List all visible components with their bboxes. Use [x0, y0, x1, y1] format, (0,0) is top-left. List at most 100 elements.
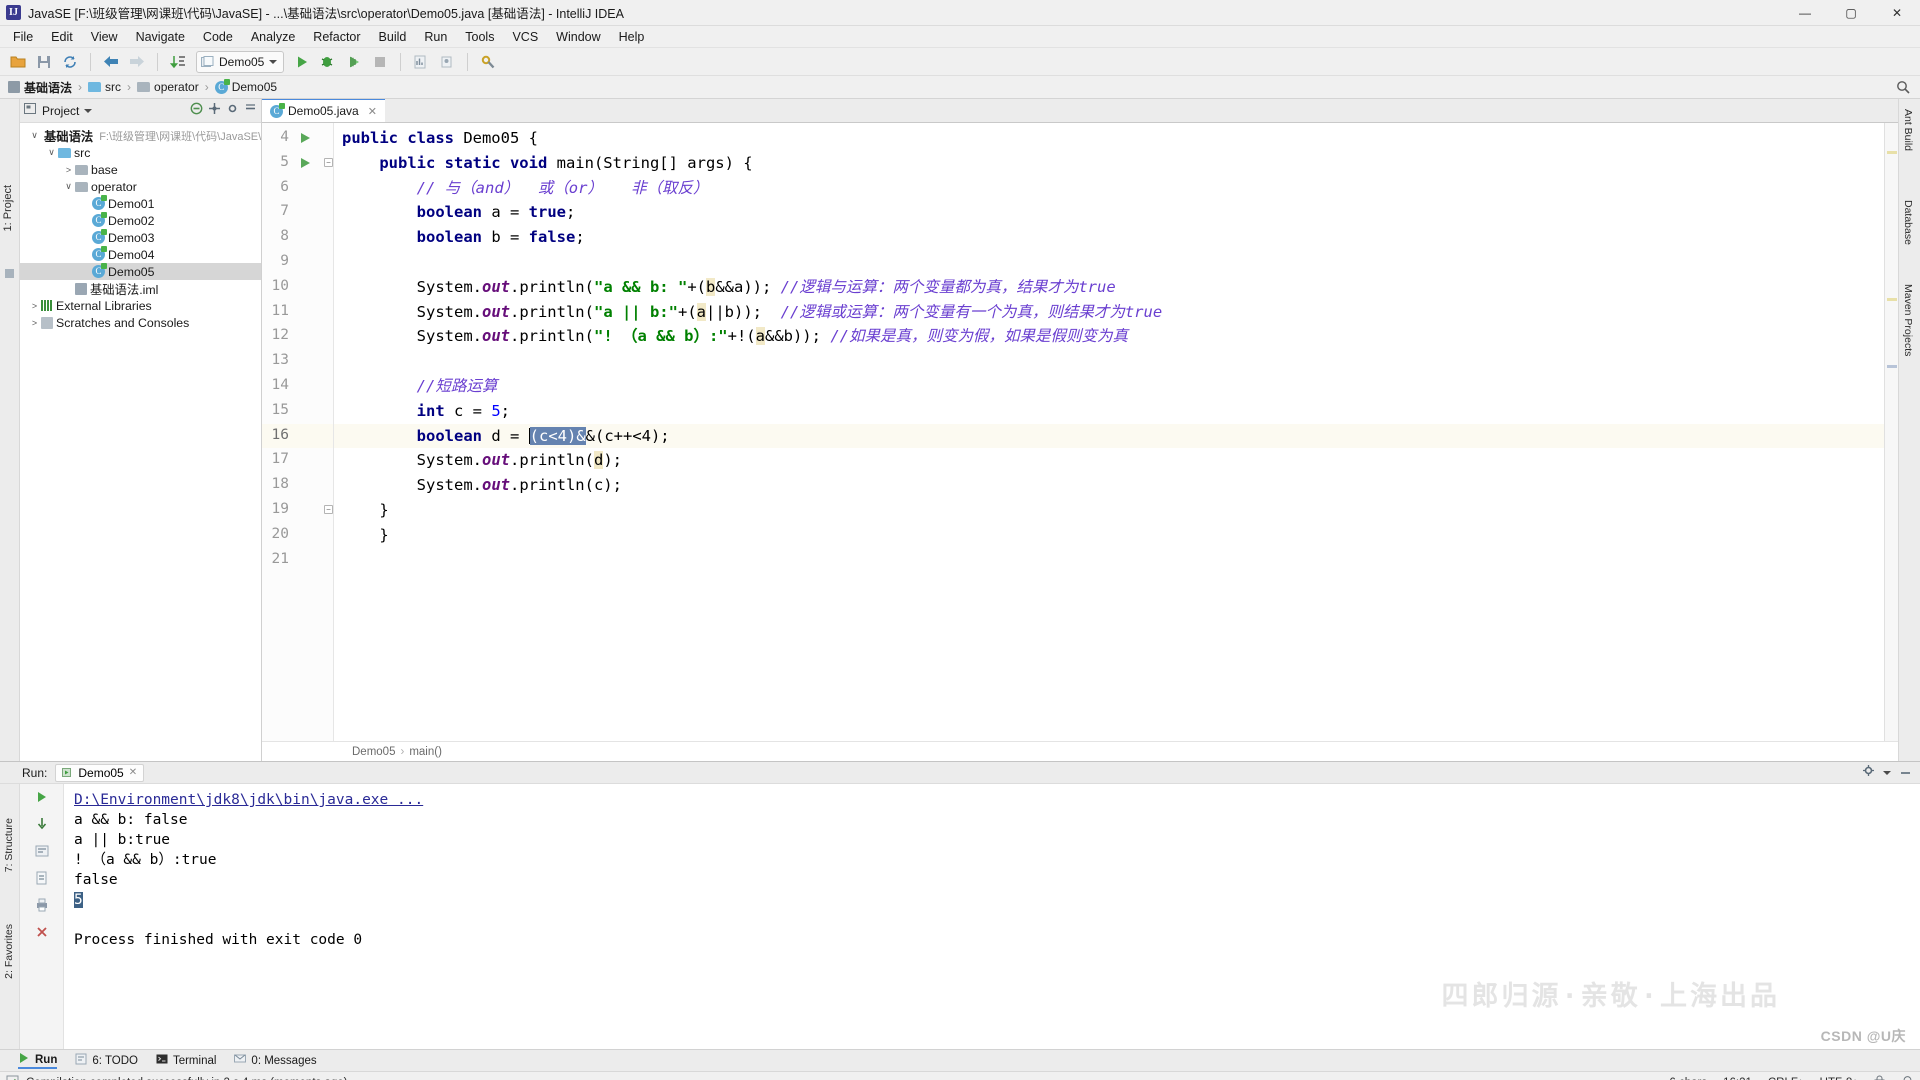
- menu-item-analyze[interactable]: Analyze: [242, 28, 304, 46]
- bottom-tab-run[interactable]: Run: [18, 1052, 58, 1069]
- tool-window-button-maven-projects[interactable]: Maven Projects: [1902, 284, 1914, 356]
- run-with-coverage-icon[interactable]: [342, 50, 366, 74]
- hide-panel-icon[interactable]: [244, 102, 257, 120]
- tree-node-Scratches and Consoles[interactable]: > Scratches and Consoles: [20, 314, 261, 331]
- code-line-16[interactable]: boolean d = (c<4)&&(c++<4);: [334, 423, 1884, 449]
- search-everywhere-icon[interactable]: [1896, 80, 1910, 99]
- code-line-11[interactable]: System.out.println("a || b:"+(a||b)); //…: [334, 300, 1884, 325]
- code-line-15[interactable]: int c = 5;: [334, 399, 1884, 424]
- gutter-line-16[interactable]: 16: [262, 423, 333, 449]
- warning-marker[interactable]: [1887, 298, 1897, 301]
- fold-toggle-icon[interactable]: −: [324, 157, 333, 167]
- gutter-line-21[interactable]: 21: [262, 548, 333, 573]
- collapse-all-icon[interactable]: [190, 102, 203, 120]
- code-line-7[interactable]: boolean a = true;: [334, 200, 1884, 225]
- build-status-icon[interactable]: [6, 1075, 19, 1080]
- soft-wrap-icon[interactable]: [33, 842, 51, 860]
- console-output[interactable]: 四郎归源·亲敬·上海出品 D:\Environment\jdk8\jdk\bin…: [64, 784, 1920, 1049]
- editor-marker-strip[interactable]: [1884, 123, 1898, 741]
- menu-item-view[interactable]: View: [82, 28, 127, 46]
- expand-toggle-icon[interactable]: ∨: [45, 147, 58, 158]
- run-icon[interactable]: [290, 50, 314, 74]
- tree-node-Demo02[interactable]: C Demo02: [20, 212, 261, 229]
- settings-gear-icon[interactable]: [226, 102, 239, 120]
- debug-icon[interactable]: [316, 50, 340, 74]
- code-line-12[interactable]: System.out.println("! （a && b）:"+!(a&&b)…: [334, 324, 1884, 349]
- gutter-line-4[interactable]: 4: [262, 126, 333, 151]
- run-gutter-icon[interactable]: [300, 156, 311, 174]
- menu-item-edit[interactable]: Edit: [42, 28, 82, 46]
- code-line-8[interactable]: boolean b = false;: [334, 225, 1884, 250]
- project-tree[interactable]: ∨基础语法F:\班级管理\网课班\代码\JavaSE\基础∨src>base∨o…: [20, 123, 261, 331]
- gutter-line-13[interactable]: 13: [262, 349, 333, 374]
- close-icon[interactable]: ✕: [129, 767, 137, 778]
- code-line-6[interactable]: // 与（and） 或（or） 非（取反）: [334, 176, 1884, 201]
- gutter-line-19[interactable]: 19 −: [262, 498, 333, 523]
- print-icon[interactable]: [33, 896, 51, 914]
- export-icon[interactable]: [33, 869, 51, 887]
- attach-icon[interactable]: [435, 50, 459, 74]
- status-line-separator[interactable]: CRLF↕: [1768, 1077, 1804, 1080]
- fold-toggle-icon[interactable]: −: [324, 504, 333, 514]
- scroll-down-icon[interactable]: [33, 815, 51, 833]
- breadcrumb-item-基础语法[interactable]: 基础语法: [8, 79, 72, 96]
- expand-toggle-icon[interactable]: ∨: [62, 181, 75, 192]
- build-icon[interactable]: [166, 50, 190, 74]
- back-arrow-icon[interactable]: [99, 50, 123, 74]
- code-line-10[interactable]: System.out.println("a && b: "+(b&&a)); /…: [334, 275, 1884, 300]
- maximize-button[interactable]: ▢: [1828, 0, 1874, 26]
- gutter-line-15[interactable]: 15: [262, 399, 333, 424]
- menu-item-navigate[interactable]: Navigate: [127, 28, 194, 46]
- menu-item-build[interactable]: Build: [370, 28, 416, 46]
- save-all-icon[interactable]: [32, 50, 56, 74]
- tool-window-button-structure[interactable]: 7: Structure: [3, 818, 15, 872]
- gutter-line-5[interactable]: 5−: [262, 151, 333, 176]
- code-line-4[interactable]: public class Demo05 {: [334, 126, 1884, 151]
- breadcrumb-item-src[interactable]: src: [88, 80, 121, 94]
- close-icon[interactable]: ✕: [368, 105, 377, 118]
- gear-icon[interactable]: [1862, 764, 1875, 782]
- tool-window-button-database[interactable]: Database: [1902, 200, 1914, 245]
- gutter-line-9[interactable]: 9: [262, 250, 333, 275]
- tool-window-button-project[interactable]: 1: Project: [2, 185, 14, 231]
- bottom-tab-terminal[interactable]: Terminal: [156, 1053, 216, 1068]
- bottom-tab--todo[interactable]: 6: TODO: [75, 1053, 138, 1068]
- minimize-icon[interactable]: [1899, 764, 1912, 782]
- editor-tab-demo05[interactable]: C Demo05.java ✕: [262, 98, 385, 122]
- code-line-18[interactable]: System.out.println(c);: [334, 473, 1884, 498]
- locate-file-icon[interactable]: [208, 102, 221, 120]
- code-line-5[interactable]: public static void main(String[] args) {: [334, 151, 1884, 176]
- menu-item-refactor[interactable]: Refactor: [304, 28, 369, 46]
- tree-node-operator[interactable]: ∨ operator: [20, 178, 261, 195]
- bottom-tab--messages[interactable]: 0: Messages: [234, 1053, 317, 1068]
- tree-node-Demo01[interactable]: C Demo01: [20, 195, 261, 212]
- tree-node-base[interactable]: > base: [20, 161, 261, 178]
- menu-item-run[interactable]: Run: [415, 28, 456, 46]
- code-line-19[interactable]: }: [334, 498, 1884, 523]
- close-button[interactable]: ✕: [1874, 0, 1920, 26]
- footer-breadcrumb-Demo05[interactable]: Demo05: [352, 746, 395, 758]
- status-encoding[interactable]: UTF-8↕: [1820, 1077, 1858, 1080]
- menu-item-tools[interactable]: Tools: [456, 28, 503, 46]
- code-line-13[interactable]: [334, 349, 1884, 374]
- profiler-icon[interactable]: [409, 50, 433, 74]
- run-gutter-icon[interactable]: [300, 131, 311, 149]
- settings-icon[interactable]: [476, 50, 500, 74]
- tree-node-Demo03[interactable]: C Demo03: [20, 229, 261, 246]
- read-only-lock-icon[interactable]: [1874, 1075, 1885, 1080]
- open-folder-icon[interactable]: [6, 50, 30, 74]
- project-view-chevron-icon[interactable]: [84, 108, 93, 113]
- tree-node-基础语法[interactable]: ∨基础语法 F:\班级管理\网课班\代码\JavaSE\基础: [20, 127, 261, 144]
- gutter-line-18[interactable]: 18: [262, 473, 333, 498]
- menu-item-vcs[interactable]: VCS: [503, 28, 547, 46]
- gutter-line-7[interactable]: 7: [262, 200, 333, 225]
- gutter-line-10[interactable]: 10: [262, 275, 333, 300]
- chevron-down-icon[interactable]: [269, 59, 278, 64]
- rerun-icon[interactable]: [33, 788, 51, 806]
- tool-window-button-favorites[interactable]: 2: Favorites: [3, 924, 15, 979]
- sync-icon[interactable]: [58, 50, 82, 74]
- expand-toggle-icon[interactable]: >: [62, 165, 75, 175]
- gutter-line-11[interactable]: 11: [262, 300, 333, 325]
- code-line-20[interactable]: }: [334, 523, 1884, 548]
- gutter-line-14[interactable]: 14: [262, 374, 333, 399]
